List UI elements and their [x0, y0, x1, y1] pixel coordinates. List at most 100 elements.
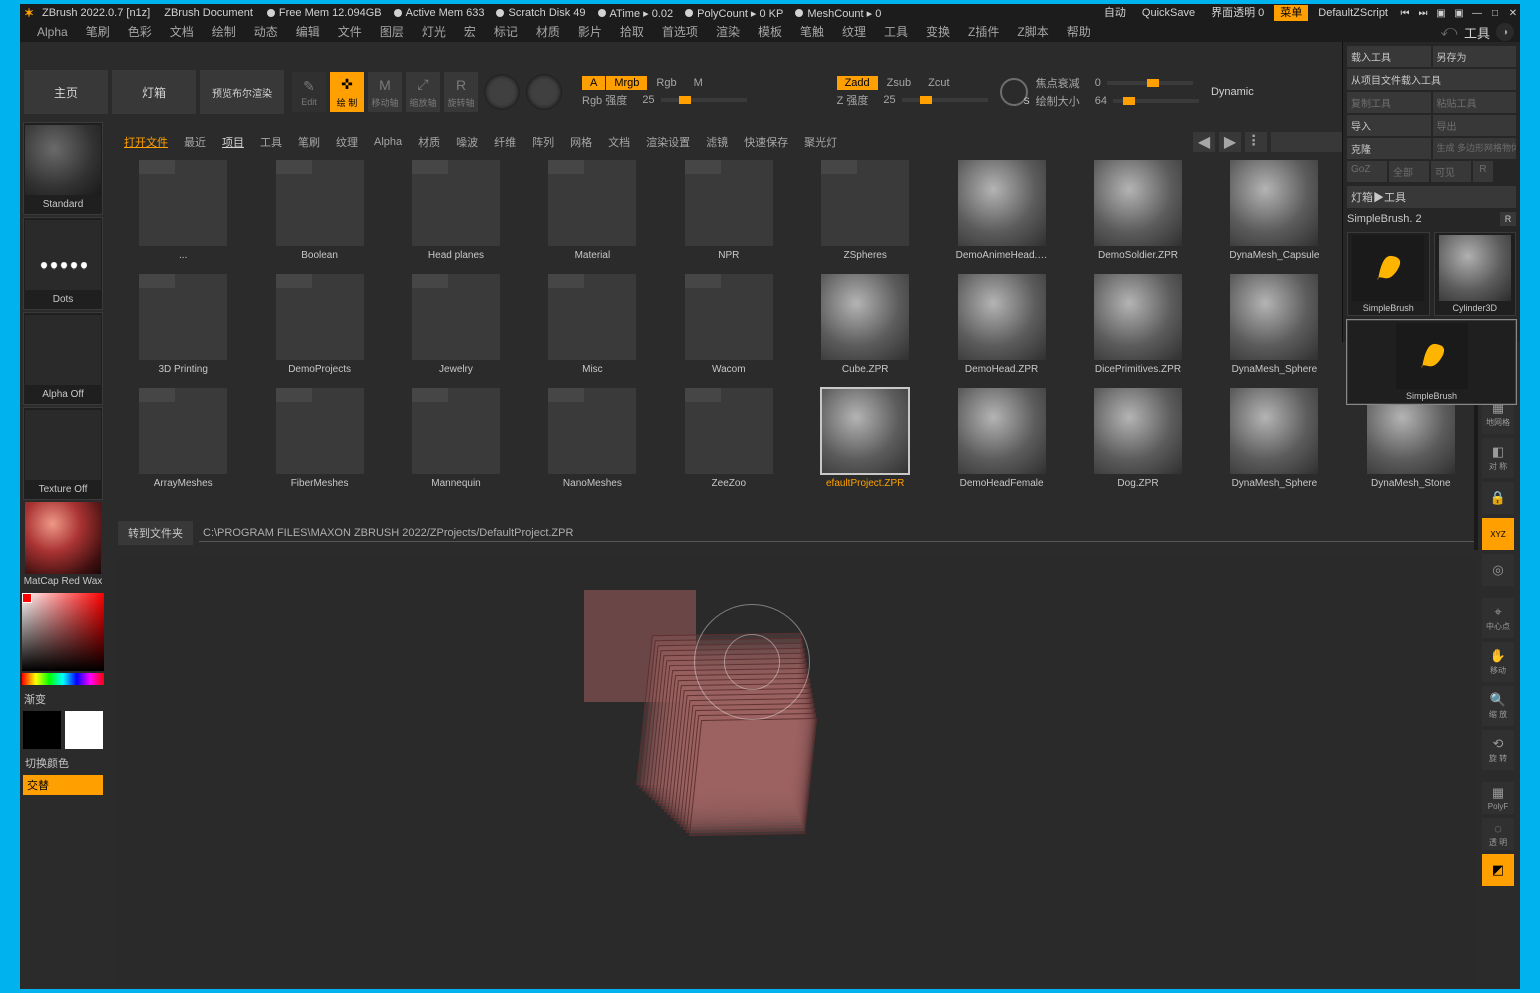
browser-file[interactable]: DemoSoldier.ZPR [1073, 160, 1203, 268]
menu-toggle[interactable]: 菜单 [1274, 5, 1308, 21]
swatch-secondary[interactable] [65, 711, 103, 749]
texture-selector[interactable]: Texture Off [23, 407, 103, 500]
symmetry-button[interactable]: ◧对 称 [1482, 438, 1514, 478]
ui-opacity[interactable]: 界面透明 0 [1205, 5, 1270, 21]
lazy-mouse-toggle[interactable]: S [1000, 78, 1028, 106]
xyz-button[interactable]: XYZ [1482, 518, 1514, 550]
minimize-icon[interactable]: — [1470, 6, 1484, 20]
swatch-main[interactable] [23, 711, 61, 749]
browser-file[interactable]: Cube.ZPR [800, 274, 930, 382]
browser-tab[interactable]: 快速保存 [738, 132, 794, 152]
brush-selector[interactable]: Standard [23, 122, 103, 215]
browser-folder[interactable]: Misc [527, 274, 657, 382]
menu-item[interactable]: 动态 [245, 22, 287, 42]
browser-folder[interactable]: FiberMeshes [254, 388, 384, 496]
polyframe-button[interactable]: ▦PolyF [1482, 782, 1514, 814]
auto-button[interactable]: 自动 [1098, 5, 1132, 21]
menu-item[interactable]: 纹理 [833, 22, 875, 42]
move-gizmo[interactable]: M移动轴 [368, 72, 402, 112]
mode-a[interactable]: A [582, 76, 605, 90]
browser-tab[interactable]: 网格 [564, 132, 598, 152]
solo-button[interactable]: ◩ [1482, 854, 1514, 886]
edit-mode[interactable]: ✎Edit [292, 72, 326, 112]
sculptris-toggle[interactable] [484, 74, 520, 110]
mode-zcut[interactable]: Zcut [920, 76, 957, 90]
mode-m[interactable]: M [686, 76, 711, 90]
lock-button[interactable]: 🔒 [1482, 482, 1514, 514]
browser-folder[interactable]: ZSpheres [800, 160, 930, 268]
menu-item[interactable]: 色彩 [119, 22, 161, 42]
menu-item[interactable]: 灯光 [413, 22, 455, 42]
browser-file[interactable]: DynaMesh_Sphere [1209, 274, 1339, 382]
local-button[interactable]: ◎ [1482, 554, 1514, 586]
tool-r-button[interactable]: R [1500, 212, 1516, 226]
alternate-toggle[interactable]: 交替 [23, 775, 103, 795]
menu-item[interactable]: 宏 [455, 22, 485, 42]
menu-item[interactable]: 笔触 [791, 22, 833, 42]
layout-b-icon[interactable]: ▣ [1452, 6, 1466, 20]
prev-button[interactable]: ◀ [1193, 132, 1215, 152]
browser-file[interactable]: DemoHead.ZPR [936, 274, 1066, 382]
browser-file[interactable]: DemoHeadFemale [936, 388, 1066, 496]
menu-item[interactable]: 变换 [917, 22, 959, 42]
alpha-selector[interactable]: Alpha Off [23, 312, 103, 405]
hue-strip[interactable] [22, 673, 104, 685]
draw-mode[interactable]: ✜绘 制 [330, 72, 364, 112]
browser-tab[interactable]: 纹理 [330, 132, 364, 152]
preview-boolean[interactable]: 预览布尔渲染 [200, 70, 284, 114]
tool-thumbnail[interactable]: SimpleBrush [1347, 232, 1430, 316]
scale-gizmo[interactable]: ⤢缩放轴 [406, 72, 440, 112]
import-button[interactable]: 导入 [1347, 115, 1431, 136]
browser-folder[interactable]: Jewelry [391, 274, 521, 382]
z-intensity-slider[interactable]: Z 强度 25 [837, 92, 988, 108]
browser-folder[interactable]: Head planes [391, 160, 521, 268]
copy-tool-button[interactable]: 复制工具 [1347, 92, 1431, 113]
menu-item[interactable]: 绘制 [203, 22, 245, 42]
menu-item[interactable]: Z脚本 [1008, 22, 1057, 42]
menu-item[interactable]: 首选项 [653, 22, 707, 42]
browser-tab[interactable]: Alpha [368, 134, 408, 150]
zoom-view-button[interactable]: 🔍缩 放 [1482, 686, 1514, 726]
menu-item[interactable]: 文件 [329, 22, 371, 42]
quicksave-button[interactable]: QuickSave [1136, 5, 1201, 21]
lightbox-tools-header[interactable]: 灯箱▶工具 [1347, 186, 1516, 208]
move-view-button[interactable]: ✋移动 [1482, 642, 1514, 682]
browser-tab[interactable]: 渲染设置 [640, 132, 696, 152]
search-field[interactable] [1271, 132, 1351, 152]
clone-button[interactable]: 克隆 [1347, 138, 1431, 159]
rgb-intensity-slider[interactable]: Rgb 强度 25 [582, 92, 747, 108]
stroke-selector[interactable]: Dots [23, 217, 103, 310]
browser-folder[interactable]: ... [118, 160, 248, 268]
menu-item[interactable]: 标记 [485, 22, 527, 42]
browser-folder[interactable]: Mannequin [391, 388, 521, 496]
layout-a-icon[interactable]: ▣ [1434, 6, 1448, 20]
browser-path[interactable]: C:\PROGRAM FILES\MAXON ZBRUSH 2022/ZProj… [199, 525, 1476, 542]
paste-tool-button[interactable]: 粘贴工具 [1433, 92, 1517, 113]
browser-folder[interactable]: DemoProjects [254, 274, 384, 382]
browser-folder[interactable]: Boolean [254, 160, 384, 268]
menu-item[interactable]: 渲染 [707, 22, 749, 42]
gradient-label[interactable]: 渐变 [20, 687, 50, 709]
rotate-view-button[interactable]: ⟲旋 转 [1482, 730, 1514, 770]
browser-tab[interactable]: 打开文件 [118, 132, 174, 152]
goz-button[interactable]: GoZ [1347, 161, 1387, 182]
mode-rgb[interactable]: Rgb [648, 76, 684, 90]
browser-tab[interactable]: 材质 [412, 132, 446, 152]
pin-icon[interactable]: ⤺ [1440, 23, 1458, 41]
maximize-icon[interactable]: □ [1488, 6, 1502, 20]
browser-tab[interactable]: 噪波 [450, 132, 484, 152]
menu-item[interactable]: 文档 [161, 22, 203, 42]
close-icon[interactable]: ✕ [1506, 6, 1520, 20]
browser-tab[interactable]: 文档 [602, 132, 636, 152]
menu-item[interactable]: 图层 [371, 22, 413, 42]
gen-polymesh-button[interactable]: 生成 多边形网格物体 [1433, 138, 1517, 159]
menu-item[interactable]: 材质 [527, 22, 569, 42]
browser-tab[interactable]: 滤镜 [700, 132, 734, 152]
browser-folder[interactable]: 3D Printing [118, 274, 248, 382]
browser-tab[interactable]: 纤维 [488, 132, 522, 152]
load-tool-button[interactable]: 载入工具 [1347, 46, 1431, 67]
color-picker[interactable] [22, 593, 104, 671]
browser-folder[interactable]: NanoMeshes [527, 388, 657, 496]
next-button[interactable]: ▶ [1219, 132, 1241, 152]
seek-start-icon[interactable]: ⏮ [1398, 6, 1412, 20]
